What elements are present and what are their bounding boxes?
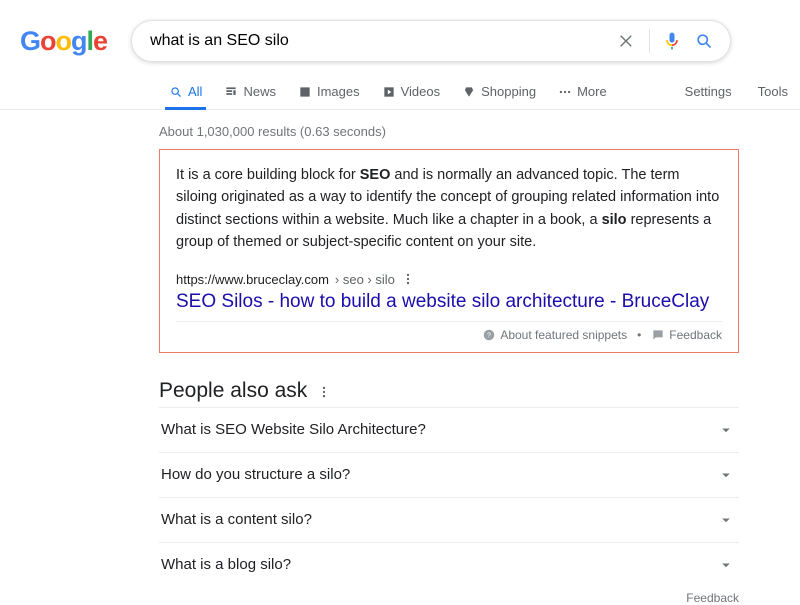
paa-item[interactable]: What is SEO Website Silo Architecture? bbox=[159, 407, 739, 452]
news-icon bbox=[224, 85, 238, 99]
result-title-link[interactable]: SEO Silos - how to build a website silo … bbox=[176, 291, 722, 313]
videos-icon bbox=[382, 85, 396, 99]
snippet-text: It is a core building block for SEO and … bbox=[176, 164, 722, 254]
paa-question: How do you structure a silo? bbox=[161, 466, 350, 483]
feedback-link[interactable]: Feedback bbox=[651, 328, 722, 342]
tab-label: More bbox=[577, 84, 607, 99]
tab-label: News bbox=[243, 84, 276, 99]
paa-heading: People also ask bbox=[159, 379, 739, 403]
tab-shopping[interactable]: Shopping bbox=[452, 74, 546, 109]
paa-question: What is SEO Website Silo Architecture? bbox=[161, 421, 426, 438]
more-icon[interactable] bbox=[317, 384, 331, 398]
separator bbox=[649, 29, 650, 53]
tab-label: Images bbox=[317, 84, 360, 99]
tab-all[interactable]: All bbox=[159, 74, 212, 109]
search-icon bbox=[169, 85, 183, 99]
tab-images[interactable]: Images bbox=[288, 74, 370, 109]
chevron-down-icon bbox=[717, 466, 735, 484]
mic-icon[interactable] bbox=[662, 31, 682, 51]
help-icon: ? bbox=[482, 328, 496, 342]
tab-label: All bbox=[188, 84, 202, 99]
tab-videos[interactable]: Videos bbox=[372, 74, 451, 109]
tools-link[interactable]: Tools bbox=[746, 74, 800, 109]
more-icon bbox=[558, 85, 572, 99]
feedback-icon bbox=[651, 328, 665, 342]
chevron-down-icon bbox=[717, 421, 735, 439]
separator: • bbox=[637, 328, 641, 342]
paa-item[interactable]: What is a content silo? bbox=[159, 497, 739, 542]
about-snippets-link[interactable]: ? About featured snippets bbox=[482, 328, 627, 342]
more-icon[interactable] bbox=[401, 272, 415, 286]
search-bar[interactable] bbox=[131, 20, 731, 62]
tab-news[interactable]: News bbox=[214, 74, 286, 109]
clear-icon[interactable] bbox=[617, 31, 637, 51]
tab-more[interactable]: More bbox=[548, 74, 617, 109]
paa-item[interactable]: What is a blog silo? bbox=[159, 542, 739, 587]
search-input[interactable] bbox=[150, 32, 617, 50]
chevron-down-icon bbox=[717, 511, 735, 529]
images-icon bbox=[298, 85, 312, 99]
tab-bar: All News Images Videos Shopping More Set… bbox=[0, 68, 800, 110]
settings-link[interactable]: Settings bbox=[673, 74, 744, 109]
svg-text:?: ? bbox=[487, 332, 491, 339]
paa-question: What is a content silo? bbox=[161, 511, 312, 528]
people-also-ask: People also ask What is SEO Website Silo… bbox=[159, 379, 739, 605]
result-stats: About 1,030,000 results (0.63 seconds) bbox=[159, 124, 738, 139]
paa-question: What is a blog silo? bbox=[161, 556, 291, 573]
result-cite: https://www.bruceclay.com › seo › silo bbox=[176, 272, 722, 287]
chevron-down-icon bbox=[717, 556, 735, 574]
featured-snippet: It is a core building block for SEO and … bbox=[159, 149, 739, 353]
tab-label: Videos bbox=[401, 84, 441, 99]
shopping-icon bbox=[462, 85, 476, 99]
google-logo[interactable]: Google bbox=[20, 26, 107, 57]
search-icon[interactable] bbox=[694, 31, 714, 51]
paa-feedback-link[interactable]: Feedback bbox=[159, 591, 739, 605]
tab-label: Shopping bbox=[481, 84, 536, 99]
paa-item[interactable]: How do you structure a silo? bbox=[159, 452, 739, 497]
